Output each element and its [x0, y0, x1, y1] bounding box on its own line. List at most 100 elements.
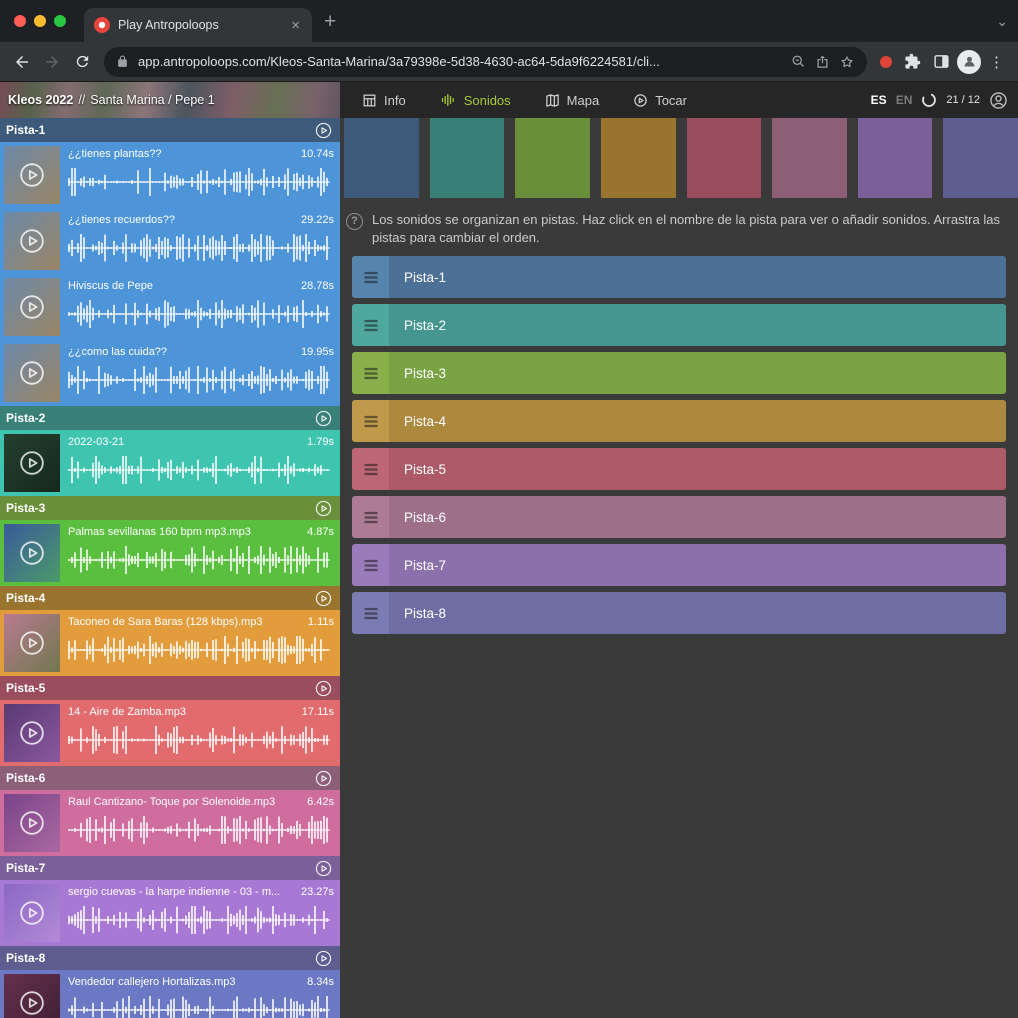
track-row-label[interactable]: Pista-7 — [389, 544, 1006, 586]
track-color-swatch[interactable] — [858, 118, 933, 198]
sound-play-button[interactable] — [4, 278, 60, 336]
sound-play-button[interactable] — [4, 434, 60, 492]
track-play-button[interactable] — [315, 410, 332, 427]
sound-play-button[interactable] — [4, 974, 60, 1018]
track-row-label[interactable]: Pista-2 — [389, 304, 1006, 346]
track-color-swatch[interactable] — [515, 118, 590, 198]
user-account-icon[interactable] — [989, 91, 1008, 110]
track-header[interactable]: Pista-1 — [0, 118, 340, 142]
track-header[interactable]: Pista-3 — [0, 496, 340, 520]
track-play-button[interactable] — [315, 122, 332, 139]
sound-item[interactable]: Taconeo de Sara Baras (128 kbps).mp31.11… — [0, 610, 340, 676]
sound-waveform — [68, 538, 334, 582]
reload-button[interactable] — [68, 48, 96, 76]
track-row-label[interactable]: Pista-3 — [389, 352, 1006, 394]
sound-play-button[interactable] — [4, 146, 60, 204]
tab-search-chevron-icon[interactable]: ⌄ — [996, 13, 1008, 30]
track-play-button[interactable] — [315, 770, 332, 787]
drag-handle-icon[interactable] — [352, 352, 389, 394]
sound-play-button[interactable] — [4, 344, 60, 402]
lang-toggle-en[interactable]: EN — [896, 93, 913, 107]
browser-menu-icon[interactable]: ⋮ — [983, 53, 1010, 71]
track-row[interactable]: Pista-1 — [352, 256, 1006, 298]
nav-tab-sonidos[interactable]: Sonidos — [440, 92, 511, 108]
sound-play-button[interactable] — [4, 704, 60, 762]
track-color-swatch[interactable] — [687, 118, 762, 198]
track-row-label[interactable]: Pista-1 — [389, 256, 1006, 298]
sound-item[interactable]: 2022-03-211.79s — [0, 430, 340, 496]
sound-play-button[interactable] — [4, 524, 60, 582]
minimize-window-button[interactable] — [34, 15, 46, 27]
track-color-swatch[interactable] — [943, 118, 1018, 198]
drag-handle-icon[interactable] — [352, 496, 389, 538]
sound-thumbnail — [4, 146, 60, 204]
track-color-swatch[interactable] — [344, 118, 419, 198]
track-header[interactable]: Pista-8 — [0, 946, 340, 970]
track-row[interactable]: Pista-8 — [352, 592, 1006, 634]
track-color-swatch[interactable] — [601, 118, 676, 198]
track-header[interactable]: Pista-7 — [0, 856, 340, 880]
track-row-label[interactable]: Pista-4 — [389, 400, 1006, 442]
sound-play-button[interactable] — [4, 884, 60, 942]
track-play-button[interactable] — [315, 860, 332, 877]
track-row-label[interactable]: Pista-6 — [389, 496, 1006, 538]
track-row[interactable]: Pista-4 — [352, 400, 1006, 442]
back-button[interactable] — [8, 48, 36, 76]
track-play-button[interactable] — [315, 680, 332, 697]
forward-button[interactable] — [38, 48, 66, 76]
sound-item[interactable]: 14 - Aire de Zamba.mp317.11s — [0, 700, 340, 766]
close-window-button[interactable] — [14, 15, 26, 27]
track-play-button[interactable] — [315, 590, 332, 607]
side-panel-icon[interactable] — [928, 53, 955, 70]
breadcrumb[interactable]: Kleos 2022//Santa Marina / Pepe 1 — [0, 82, 340, 118]
lang-toggle-es[interactable]: ES — [871, 93, 887, 107]
recorder-extension-icon[interactable] — [875, 56, 897, 68]
bookmark-star-icon[interactable] — [839, 54, 855, 70]
sound-item[interactable]: sergio cuevas - la harpe indienne - 03 -… — [0, 880, 340, 946]
sound-play-button[interactable] — [4, 212, 60, 270]
drag-handle-icon[interactable] — [352, 448, 389, 490]
tab-close-icon[interactable]: × — [289, 18, 302, 33]
extensions-puzzle-icon[interactable] — [899, 53, 926, 70]
fullscreen-window-button[interactable] — [54, 15, 66, 27]
track-header[interactable]: Pista-2 — [0, 406, 340, 430]
sound-item[interactable]: ¿¿tienes plantas??10.74s — [0, 142, 340, 208]
address-bar[interactable]: app.antropoloops.com/Kleos-Santa-Marina/… — [104, 47, 867, 77]
track-row[interactable]: Pista-6 — [352, 496, 1006, 538]
sound-item[interactable]: Vendedor callejero Hortalizas.mp38.34s — [0, 970, 340, 1018]
sound-item[interactable]: Raul Cantizano- Toque por Solenoide.mp36… — [0, 790, 340, 856]
track-header[interactable]: Pista-6 — [0, 766, 340, 790]
track-color-swatch[interactable] — [430, 118, 505, 198]
track-color-swatch[interactable] — [772, 118, 847, 198]
share-icon[interactable] — [815, 54, 830, 69]
track-row[interactable]: Pista-2 — [352, 304, 1006, 346]
sound-item[interactable]: Hiviscus de Pepe28.78s — [0, 274, 340, 340]
nav-tab-mapa[interactable]: Mapa — [545, 93, 600, 108]
track-row[interactable]: Pista-5 — [352, 448, 1006, 490]
track-play-button[interactable] — [315, 950, 332, 967]
track-play-button[interactable] — [315, 500, 332, 517]
track-row[interactable]: Pista-3 — [352, 352, 1006, 394]
sound-item[interactable]: ¿¿como las cuida??19.95s — [0, 340, 340, 406]
sound-play-button[interactable] — [4, 614, 60, 672]
track-row[interactable]: Pista-7 — [352, 544, 1006, 586]
drag-handle-icon[interactable] — [352, 304, 389, 346]
track-row-label[interactable]: Pista-5 — [389, 448, 1006, 490]
drag-handle-icon[interactable] — [352, 256, 389, 298]
track-header[interactable]: Pista-4 — [0, 586, 340, 610]
drag-handle-icon[interactable] — [352, 592, 389, 634]
zoom-icon[interactable] — [791, 54, 806, 69]
drag-handle-icon[interactable] — [352, 544, 389, 586]
sound-play-button[interactable] — [4, 794, 60, 852]
browser-tab[interactable]: Play Antropoloops × — [84, 8, 312, 42]
drag-handle-icon[interactable] — [352, 400, 389, 442]
nav-tab-info[interactable]: Info — [362, 93, 406, 108]
track-row-label[interactable]: Pista-8 — [389, 592, 1006, 634]
app-header: Kleos 2022//Santa Marina / Pepe 1 Info S… — [0, 82, 1018, 118]
track-header[interactable]: Pista-5 — [0, 676, 340, 700]
nav-tab-tocar[interactable]: Tocar — [633, 93, 687, 108]
profile-avatar[interactable] — [957, 50, 981, 74]
sound-item[interactable]: ¿¿tienes recuerdos??29.22s — [0, 208, 340, 274]
new-tab-button[interactable]: + — [324, 11, 336, 32]
sound-item[interactable]: Palmas sevillanas 160 bpm mp3.mp34.87s — [0, 520, 340, 586]
